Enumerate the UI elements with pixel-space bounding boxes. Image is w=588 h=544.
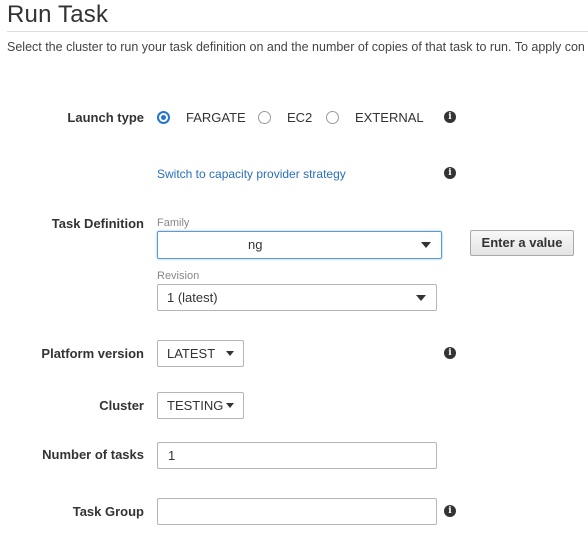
- fargate-option-label: FARGATE: [186, 110, 246, 125]
- family-label: Family: [157, 217, 190, 229]
- cluster-label: Cluster: [99, 398, 144, 413]
- chevron-down-icon: [421, 242, 431, 248]
- task-group-label: Task Group: [72, 504, 144, 519]
- platform-version-value: LATEST: [167, 346, 216, 361]
- launch-type-info-icon[interactable]: i: [444, 111, 456, 123]
- enter-value-button[interactable]: Enter a value: [470, 230, 574, 256]
- platform-version-info-icon[interactable]: i: [444, 347, 456, 359]
- page-title: Run Task: [7, 1, 109, 28]
- title-divider: [7, 31, 588, 32]
- number-of-tasks-value: 1: [168, 448, 176, 463]
- task-group-input[interactable]: [157, 498, 437, 525]
- task-definition-label: Task Definition: [51, 216, 144, 231]
- ec2-radio[interactable]: [258, 111, 271, 124]
- external-radio[interactable]: [326, 111, 339, 124]
- chevron-down-icon: [416, 295, 426, 301]
- revision-value: 1 (latest): [167, 290, 218, 305]
- chevron-down-icon: [226, 351, 234, 356]
- number-of-tasks-input[interactable]: 1: [157, 442, 437, 469]
- external-option-label: EXTERNAL: [355, 110, 424, 125]
- fargate-radio[interactable]: [157, 111, 170, 124]
- ec2-option-label: EC2: [287, 110, 313, 125]
- page-description: Select the cluster to run your task defi…: [7, 40, 585, 54]
- platform-version-dropdown[interactable]: LATEST: [157, 340, 244, 367]
- cluster-value: TESTING: [167, 398, 224, 413]
- switch-capacity-provider-link[interactable]: Switch to capacity provider strategy: [157, 166, 346, 182]
- task-group-info-icon[interactable]: i: [444, 505, 456, 517]
- family-value: ng: [248, 237, 263, 252]
- cluster-dropdown[interactable]: TESTING: [157, 392, 244, 419]
- chevron-down-icon: [226, 403, 234, 408]
- revision-select[interactable]: 1 (latest): [157, 284, 437, 311]
- revision-label: Revision: [157, 270, 200, 282]
- launch-type-label: Launch type: [67, 110, 144, 125]
- platform-version-label: Platform version: [41, 346, 144, 361]
- capacity-provider-info-icon[interactable]: i: [444, 167, 456, 179]
- number-of-tasks-label: Number of tasks: [42, 447, 144, 462]
- family-select[interactable]: ng: [157, 231, 442, 259]
